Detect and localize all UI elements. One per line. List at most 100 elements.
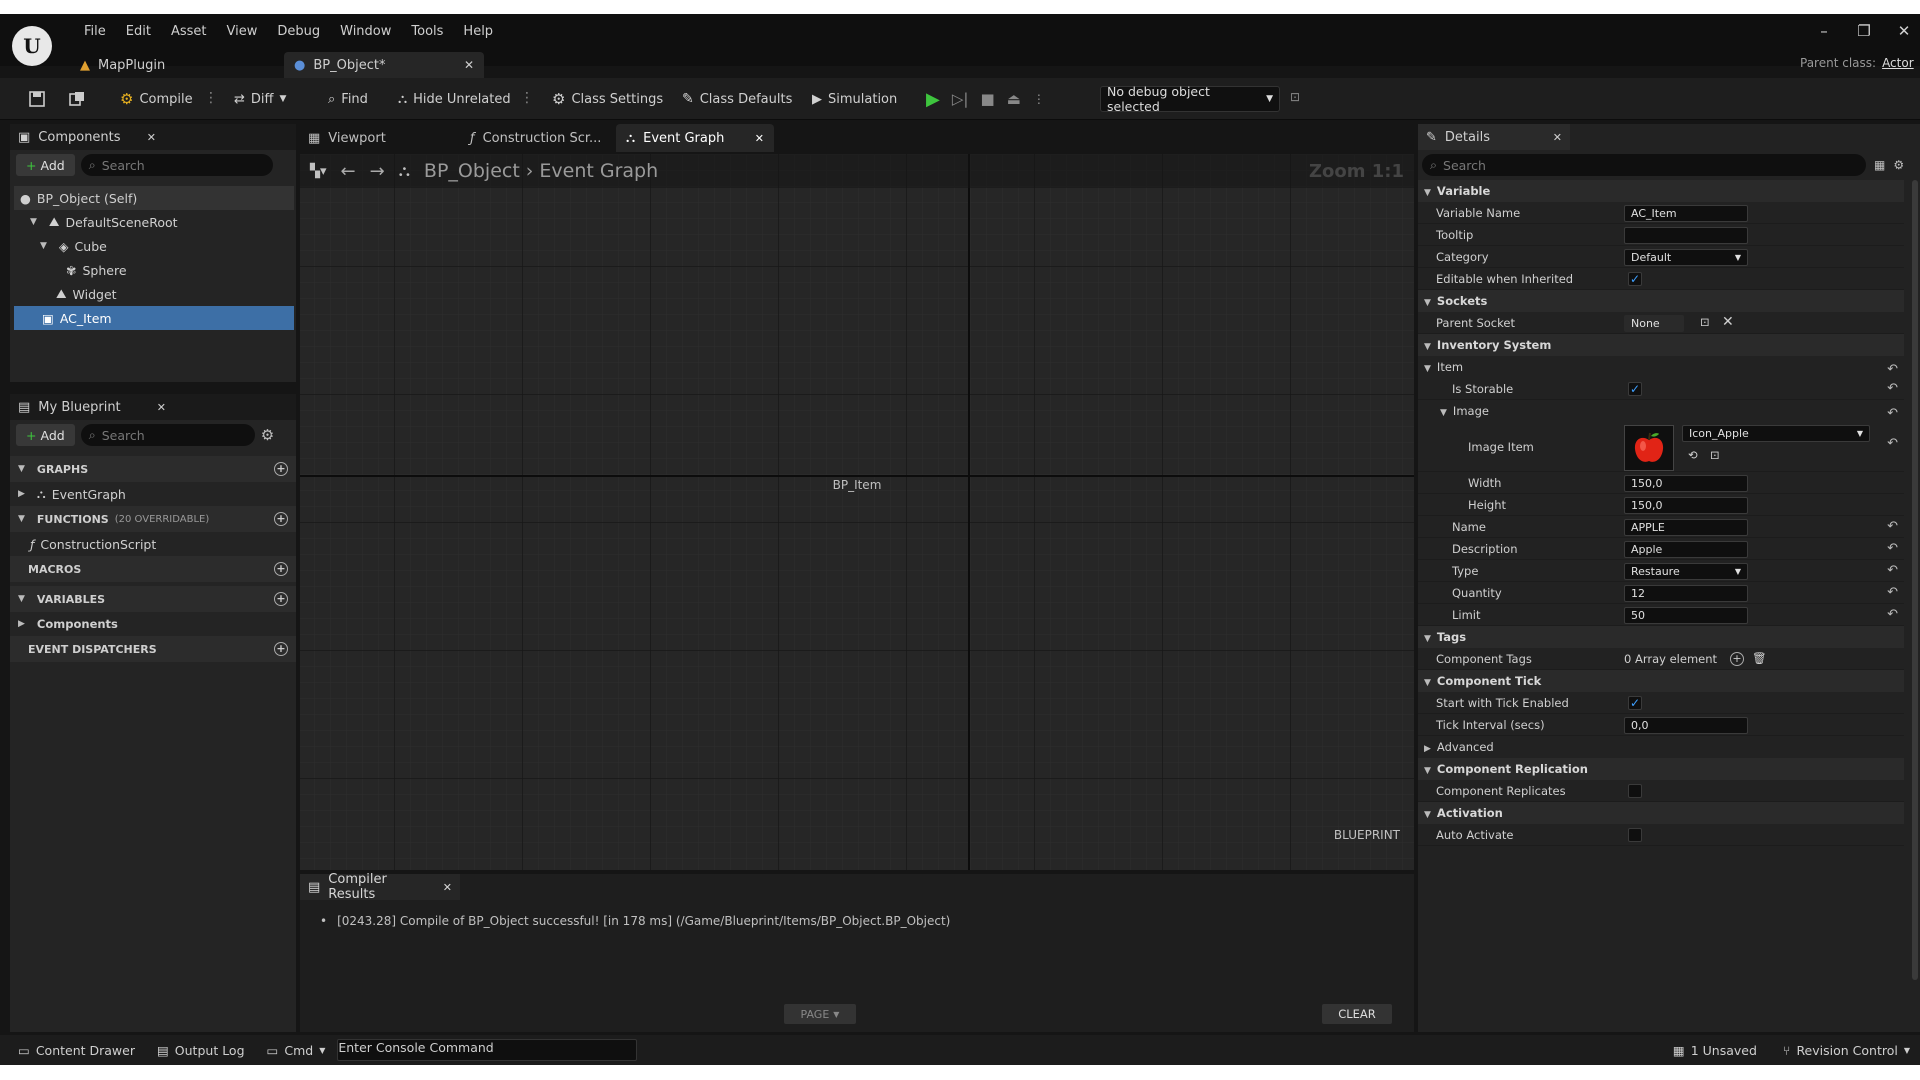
close-window-icon[interactable]: ✕ bbox=[1884, 22, 1920, 40]
reset-icon[interactable]: ↶ bbox=[1887, 436, 1898, 451]
unreal-logo-icon[interactable]: U bbox=[12, 26, 52, 66]
name-field[interactable]: APPLE bbox=[1624, 519, 1748, 536]
close-icon[interactable]: ✕ bbox=[157, 401, 166, 414]
tree-item-sphere[interactable]: ✾ Sphere bbox=[14, 258, 294, 282]
add-member-button[interactable]: + Add bbox=[16, 424, 75, 446]
restore-icon[interactable]: ❐ bbox=[1844, 22, 1884, 40]
row-item[interactable]: ▼ Item ↶ bbox=[1418, 356, 1904, 378]
section-macros[interactable]: MACROS + bbox=[10, 556, 296, 582]
details-scrollbar[interactable] bbox=[1912, 180, 1918, 980]
close-icon[interactable]: ✕ bbox=[147, 131, 156, 144]
auto-activate-checkbox[interactable] bbox=[1628, 828, 1642, 842]
menu-help[interactable]: Help bbox=[453, 24, 503, 39]
editable-inherited-checkbox[interactable]: ✓ bbox=[1628, 272, 1642, 286]
add-macro-icon[interactable]: + bbox=[274, 562, 288, 576]
close-icon[interactable]: ✕ bbox=[755, 132, 764, 145]
tree-item-self[interactable]: ● BP_Object (Self) bbox=[14, 186, 294, 210]
debug-find-icon[interactable]: ⊡ bbox=[1290, 90, 1300, 104]
hide-unrelated-button[interactable]: ⛬ Hide Unrelated bbox=[392, 78, 517, 120]
console-command-input[interactable]: Enter Console Command bbox=[337, 1039, 638, 1061]
step-icon[interactable]: ▷| bbox=[952, 90, 969, 108]
revision-control-button[interactable]: ⑂ Revision Control ▼ bbox=[1783, 1043, 1910, 1058]
simulation-button[interactable]: ▶ Simulation bbox=[806, 78, 903, 120]
section-variable[interactable]: ▼ Variable bbox=[1418, 180, 1904, 202]
menu-window[interactable]: Window bbox=[330, 24, 401, 39]
section-variables[interactable]: ▼ VARIABLES + bbox=[10, 586, 296, 612]
tab-bp-object[interactable]: ● BP_Object* ✕ bbox=[284, 52, 484, 78]
cmd-button[interactable]: ▭ Cmd ▼ bbox=[267, 1043, 326, 1058]
section-inventory-system[interactable]: ▼ Inventory System bbox=[1418, 334, 1904, 356]
tree-item-widget[interactable]: ⛰ Widget bbox=[14, 282, 294, 306]
expand-icon[interactable]: ▶ bbox=[18, 619, 25, 629]
eject-icon[interactable]: ⏏ bbox=[1007, 90, 1021, 108]
menu-view[interactable]: View bbox=[217, 24, 268, 39]
list-item-constructionscript[interactable]: ƒ ConstructionScript bbox=[10, 532, 296, 556]
close-icon[interactable]: ✕ bbox=[464, 58, 474, 72]
bookmark-icon[interactable]: ▚▾ bbox=[310, 164, 327, 179]
expand-icon[interactable]: ▶ bbox=[18, 489, 25, 499]
height-field[interactable]: 150,0 bbox=[1624, 497, 1748, 514]
details-search-input[interactable]: ⌕ Search bbox=[1422, 154, 1866, 176]
back-arrow-icon[interactable]: ← bbox=[341, 161, 356, 182]
close-icon[interactable]: ✕ bbox=[1553, 131, 1562, 144]
clear-button[interactable]: CLEAR bbox=[1322, 1004, 1392, 1024]
minimize-icon[interactable]: – bbox=[1804, 22, 1844, 40]
tick-interval-field[interactable]: 0,0 bbox=[1624, 717, 1748, 734]
browse-icon[interactable] bbox=[62, 78, 92, 120]
add-graph-icon[interactable]: + bbox=[274, 462, 288, 476]
reset-icon[interactable]: ↶ bbox=[1887, 381, 1898, 396]
event-graph-canvas[interactable]: ▚▾ ← → ⛬ BP_Object › Event Graph Zoom 1:… bbox=[300, 154, 1414, 870]
parent-class-link[interactable]: Actor bbox=[1882, 56, 1914, 70]
tab-construction-script[interactable]: ƒ Construction Scr... bbox=[456, 124, 616, 152]
table-view-icon[interactable]: ▦ bbox=[1874, 158, 1885, 172]
tab-viewport[interactable]: ▦ Viewport bbox=[300, 124, 456, 152]
image-thumbnail[interactable] bbox=[1624, 425, 1674, 471]
save-icon[interactable] bbox=[22, 78, 52, 120]
trash-icon[interactable]: 🗑 bbox=[1752, 651, 1767, 665]
more-icon[interactable]: ⋮ bbox=[204, 90, 218, 106]
menu-file[interactable]: File bbox=[74, 24, 116, 39]
details-tab[interactable]: ✎ Details ✕ bbox=[1418, 124, 1570, 150]
description-field[interactable]: Apple bbox=[1624, 541, 1748, 558]
start-tick-checkbox[interactable]: ✓ bbox=[1628, 696, 1642, 710]
reset-icon[interactable]: ↶ bbox=[1887, 585, 1898, 600]
class-settings-button[interactable]: ⚙ Class Settings bbox=[546, 78, 669, 120]
find-button[interactable]: ⌕ Find bbox=[322, 78, 374, 120]
components-search-input[interactable]: ⌕ Search bbox=[80, 154, 273, 176]
section-component-tick[interactable]: ▼ Component Tick bbox=[1418, 670, 1904, 692]
tooltip-field[interactable] bbox=[1624, 227, 1748, 244]
reset-icon[interactable]: ↶ bbox=[1887, 563, 1898, 578]
add-component-button[interactable]: + Add bbox=[16, 154, 75, 176]
expand-icon[interactable]: ▼ bbox=[30, 217, 37, 227]
breadcrumb-root[interactable]: BP_Object bbox=[424, 160, 520, 182]
row-advanced[interactable]: ▶ Advanced bbox=[1418, 736, 1904, 758]
type-select[interactable]: Restaure ▼ bbox=[1624, 563, 1748, 580]
image-item-select[interactable]: Icon_Apple ▼ bbox=[1682, 425, 1870, 442]
browse-icon[interactable]: ⊡ bbox=[1710, 448, 1720, 462]
gear-icon[interactable]: ⚙ bbox=[1893, 158, 1904, 172]
more-icon[interactable]: ⋮ bbox=[1033, 92, 1045, 106]
reset-icon[interactable]: ↶ bbox=[1887, 519, 1898, 534]
menu-edit[interactable]: Edit bbox=[116, 24, 161, 39]
tab-mapplugin[interactable]: ▲ MapPlugin bbox=[70, 52, 280, 78]
tree-item-defaultsceneroot[interactable]: ▼ ⛰ DefaultSceneRoot bbox=[14, 210, 294, 234]
category-select[interactable]: Default ▼ bbox=[1624, 249, 1748, 266]
menu-tools[interactable]: Tools bbox=[401, 24, 453, 39]
clear-icon[interactable]: ✕ bbox=[1722, 314, 1734, 330]
menu-debug[interactable]: Debug bbox=[267, 24, 330, 39]
section-activation[interactable]: ▼ Activation bbox=[1418, 802, 1904, 824]
expand-icon[interactable]: ▼ bbox=[40, 241, 47, 251]
section-functions[interactable]: ▼ FUNCTIONS (20 OVERRIDABLE) + bbox=[10, 506, 296, 532]
add-dispatcher-icon[interactable]: + bbox=[274, 642, 288, 656]
gear-icon[interactable]: ⚙ bbox=[261, 426, 274, 444]
browse-icon[interactable]: ⊡ bbox=[1700, 315, 1710, 329]
section-component-replication[interactable]: ▼ Component Replication bbox=[1418, 758, 1904, 780]
width-field[interactable]: 150,0 bbox=[1624, 475, 1748, 492]
limit-field[interactable]: 50 bbox=[1624, 607, 1748, 624]
content-drawer-button[interactable]: ▭ Content Drawer bbox=[18, 1043, 135, 1058]
play-icon[interactable]: ▶ bbox=[926, 89, 940, 110]
add-element-icon[interactable]: + bbox=[1730, 652, 1744, 666]
reset-icon[interactable]: ↶ bbox=[1887, 607, 1898, 622]
compile-button[interactable]: ⚙ Compile bbox=[114, 78, 199, 120]
section-sockets[interactable]: ▼ Sockets bbox=[1418, 290, 1904, 312]
